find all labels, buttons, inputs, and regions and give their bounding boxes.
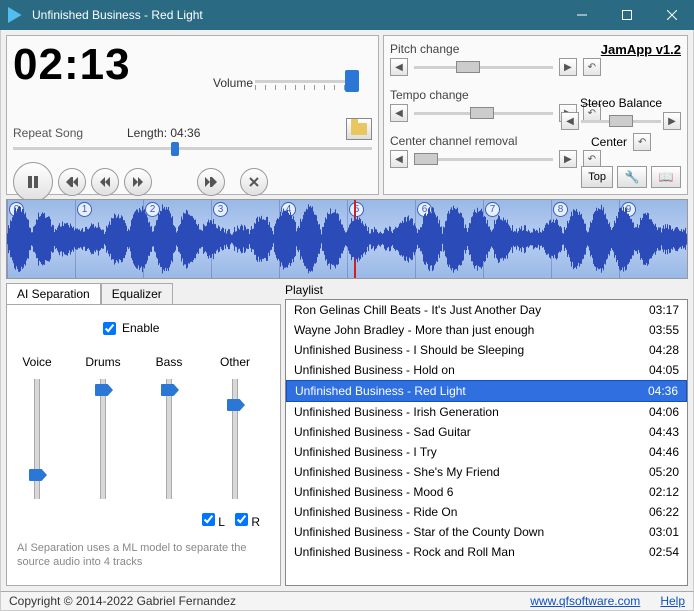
wrench-icon: 🔧 <box>625 170 640 184</box>
pause-button[interactable] <box>13 162 53 202</box>
enable-checkbox[interactable] <box>103 322 116 335</box>
maximize-button[interactable] <box>604 0 649 30</box>
center-left-button[interactable]: ◀ <box>390 150 408 168</box>
playlist-row[interactable]: Unfinished Business - Irish Generation04… <box>286 402 687 422</box>
enable-label: Enable <box>122 321 159 335</box>
stop-button[interactable] <box>240 168 268 196</box>
pitch-right-button[interactable]: ▶ <box>559 58 577 76</box>
seek-slider[interactable] <box>13 142 372 156</box>
sep-slider-bass[interactable]: Bass <box>149 355 189 499</box>
repeat-label: Repeat Song <box>13 126 83 140</box>
volume-slider[interactable] <box>255 68 355 92</box>
pitch-left-button[interactable]: ◀ <box>390 58 408 76</box>
help-book-button[interactable]: 📖 <box>651 166 681 188</box>
playlist-row[interactable]: Unfinished Business - She's My Friend05:… <box>286 462 687 482</box>
title-bar: Unfinished Business - Red Light <box>0 0 694 30</box>
tab-ai-separation[interactable]: AI Separation <box>6 283 101 305</box>
playlist-row[interactable]: Ron Gelinas Chill Beats - It's Just Anot… <box>286 300 687 320</box>
tempo-left-button[interactable]: ◀ <box>390 104 408 122</box>
stereo-right-button[interactable]: ▶ <box>663 112 681 130</box>
help-link[interactable]: Help <box>660 594 685 608</box>
tab-equalizer[interactable]: Equalizer <box>101 283 173 305</box>
prev-track-button[interactable] <box>58 168 86 196</box>
status-bar: Copyright © 2014-2022 Gabriel Fernandez … <box>0 591 694 611</box>
folder-open-icon <box>351 123 367 135</box>
playlist-row[interactable]: Unfinished Business - Sad Guitar04:43 <box>286 422 687 442</box>
playlist-row[interactable]: Unfinished Business - I Should be Sleepi… <box>286 340 687 360</box>
playlist-box[interactable]: Ron Gelinas Chill Beats - It's Just Anot… <box>285 299 688 586</box>
playlist-row[interactable]: Wayne John Bradley - More than just enou… <box>286 320 687 340</box>
minimize-button[interactable] <box>559 0 604 30</box>
pitch-label: Pitch change <box>390 42 601 56</box>
tempo-slider[interactable] <box>414 112 553 115</box>
stereo-label: Stereo Balance <box>561 96 681 110</box>
copyright: Copyright © 2014-2022 Gabriel Fernandez <box>9 594 236 608</box>
forward-button[interactable] <box>124 168 152 196</box>
playlist-row[interactable]: Unfinished Business - I Try04:46 <box>286 442 687 462</box>
volume-label: Volume <box>213 76 253 90</box>
playlist-row[interactable]: Unfinished Business - Red Light04:36 <box>286 380 687 402</box>
ai-hint: AI Separation uses a ML model to separat… <box>17 541 270 570</box>
next-track-button[interactable] <box>197 168 225 196</box>
top-button[interactable]: Top <box>581 166 613 188</box>
open-file-button[interactable] <box>346 118 372 140</box>
sep-slider-voice[interactable]: Voice <box>17 355 57 499</box>
length-label: Length: 04:36 <box>127 126 200 140</box>
window-title: Unfinished Business - Red Light <box>32 8 559 22</box>
seek-thumb[interactable] <box>171 142 179 156</box>
effects-panel: Pitch change ◀ ▶ ↶ Tempo change ◀ <box>383 35 688 195</box>
playlist-row[interactable]: Unfinished Business - Hold on04:05 <box>286 360 687 380</box>
center-right-button[interactable]: ▶ <box>559 150 577 168</box>
stereo-center-label: Center <box>591 135 627 149</box>
app-icon <box>8 7 24 23</box>
playlist-row[interactable]: Unfinished Business - Mood 602:12 <box>286 482 687 502</box>
sep-slider-other[interactable]: Other <box>215 355 255 499</box>
pitch-slider[interactable] <box>414 66 553 69</box>
website-link[interactable]: www.qfsoftware.com <box>530 594 640 608</box>
book-icon: 📖 <box>659 170 674 184</box>
waveform-view[interactable]: 0123456789 <box>6 199 688 279</box>
stereo-left-button[interactable]: ◀ <box>561 112 579 130</box>
sep-slider-drums[interactable]: Drums <box>83 355 123 499</box>
rewind-button[interactable] <box>91 168 119 196</box>
player-panel: 02:13 Volume Repeat Song Length: 04:36 <box>6 35 379 195</box>
playlist-row[interactable]: Unfinished Business - Ride On06:22 <box>286 502 687 522</box>
settings-button[interactable]: 🔧 <box>617 166 647 188</box>
right-checkbox[interactable]: R <box>235 513 260 529</box>
stereo-reset-button[interactable]: ↶ <box>633 133 651 151</box>
volume-thumb[interactable] <box>345 70 359 92</box>
playlist-row[interactable]: Unfinished Business - Star of the County… <box>286 522 687 542</box>
left-checkbox[interactable]: L <box>202 513 225 529</box>
center-slider[interactable] <box>414 158 553 161</box>
pitch-reset-button[interactable]: ↶ <box>583 58 601 76</box>
stereo-slider[interactable] <box>581 120 661 123</box>
playlist-label: Playlist <box>285 283 688 297</box>
ai-separation-panel: Enable Voice Drums Bass Other L R AI Separa… <box>6 304 281 586</box>
time-display: 02:13 <box>13 40 131 90</box>
close-button[interactable] <box>649 0 694 30</box>
playlist-row[interactable]: Unfinished Business - Rock and Roll Man0… <box>286 542 687 562</box>
